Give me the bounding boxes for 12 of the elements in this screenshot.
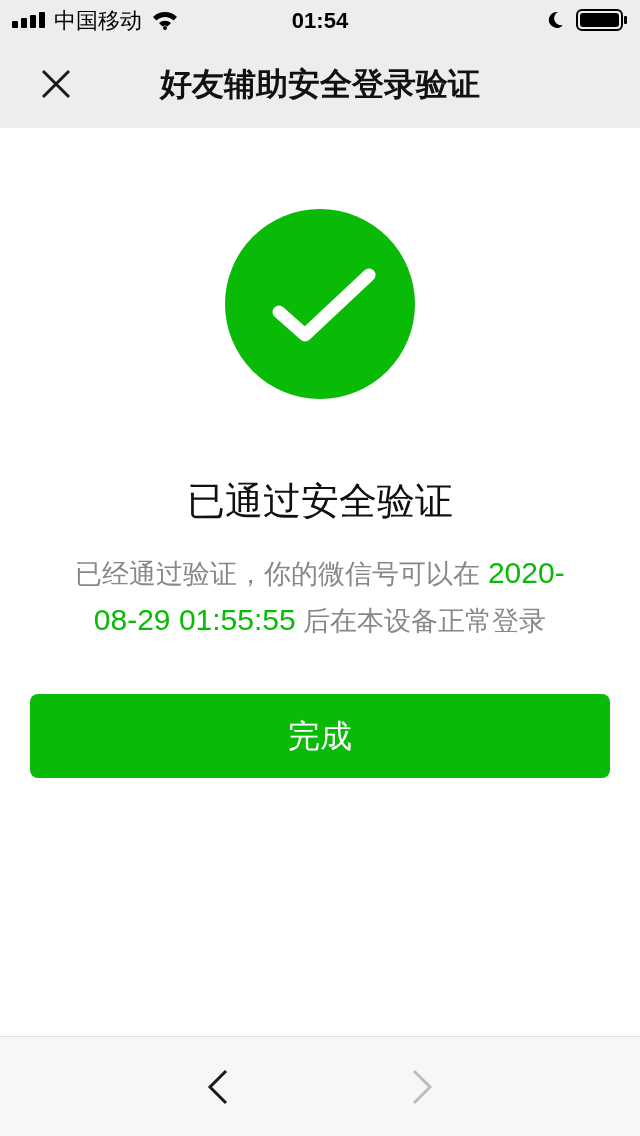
moon-icon bbox=[548, 11, 564, 29]
header-title: 好友辅助安全登录验证 bbox=[160, 65, 480, 104]
success-check-icon bbox=[225, 209, 415, 399]
result-title: 已通过安全验证 bbox=[187, 479, 453, 524]
signal-icon bbox=[12, 12, 48, 28]
close-icon bbox=[40, 68, 72, 100]
carrier-name: 中国移动 bbox=[54, 6, 142, 35]
done-button[interactable]: 完成 bbox=[30, 694, 610, 778]
result-description: 已经通过验证，你的微信号可以在 2020-08-29 01:55:55 后在本设备正常登录 bbox=[74, 555, 566, 638]
wifi-icon bbox=[152, 10, 178, 30]
status-time: 01:54 bbox=[291, 6, 349, 35]
battery-icon bbox=[576, 9, 628, 31]
